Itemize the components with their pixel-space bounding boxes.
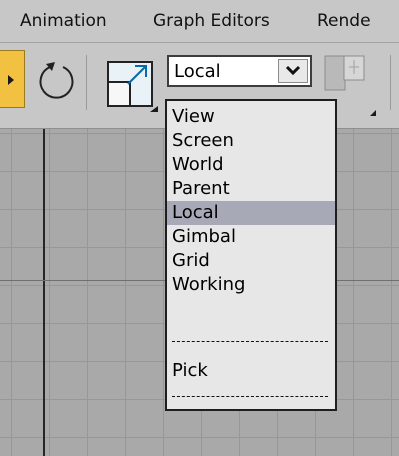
viewport-axis-line xyxy=(43,129,45,456)
chevron-down-icon xyxy=(285,65,301,76)
option-view[interactable]: View xyxy=(167,105,335,129)
coordinate-system-dropdown-list: View Screen World Parent Local Gimbal Gr… xyxy=(165,99,337,411)
option-local[interactable]: Local xyxy=(167,201,335,225)
option-gimbal[interactable]: Gimbal xyxy=(167,225,335,249)
toolbar-separator xyxy=(390,55,391,110)
select-and-scale-button[interactable] xyxy=(104,58,160,114)
option-grid[interactable]: Grid xyxy=(167,249,335,273)
menu-rendering[interactable]: Rende xyxy=(317,11,371,31)
option-pick[interactable]: Pick xyxy=(167,359,335,383)
move-icon xyxy=(8,75,14,85)
select-and-move-button[interactable] xyxy=(0,50,25,108)
option-world[interactable]: World xyxy=(167,153,335,177)
option-working[interactable]: Working xyxy=(167,273,335,297)
menu-animation[interactable]: Animation xyxy=(20,11,107,31)
menu-bar: Animation Graph Editors Rende xyxy=(0,0,399,43)
rotate-icon xyxy=(39,62,74,99)
reference-coordinate-system-dropdown[interactable]: Local xyxy=(167,55,312,87)
scale-icon xyxy=(107,61,158,112)
toolbar-separator xyxy=(86,55,87,110)
separator-dashes xyxy=(172,341,328,342)
dropdown-arrow-button[interactable] xyxy=(278,59,308,83)
separator-dashes xyxy=(172,396,328,397)
select-and-rotate-button[interactable] xyxy=(30,43,80,119)
coordinate-system-value: Local xyxy=(174,61,221,82)
option-parent[interactable]: Parent xyxy=(167,177,335,201)
menu-graph-editors[interactable]: Graph Editors xyxy=(153,11,270,31)
option-screen[interactable]: Screen xyxy=(167,129,335,153)
